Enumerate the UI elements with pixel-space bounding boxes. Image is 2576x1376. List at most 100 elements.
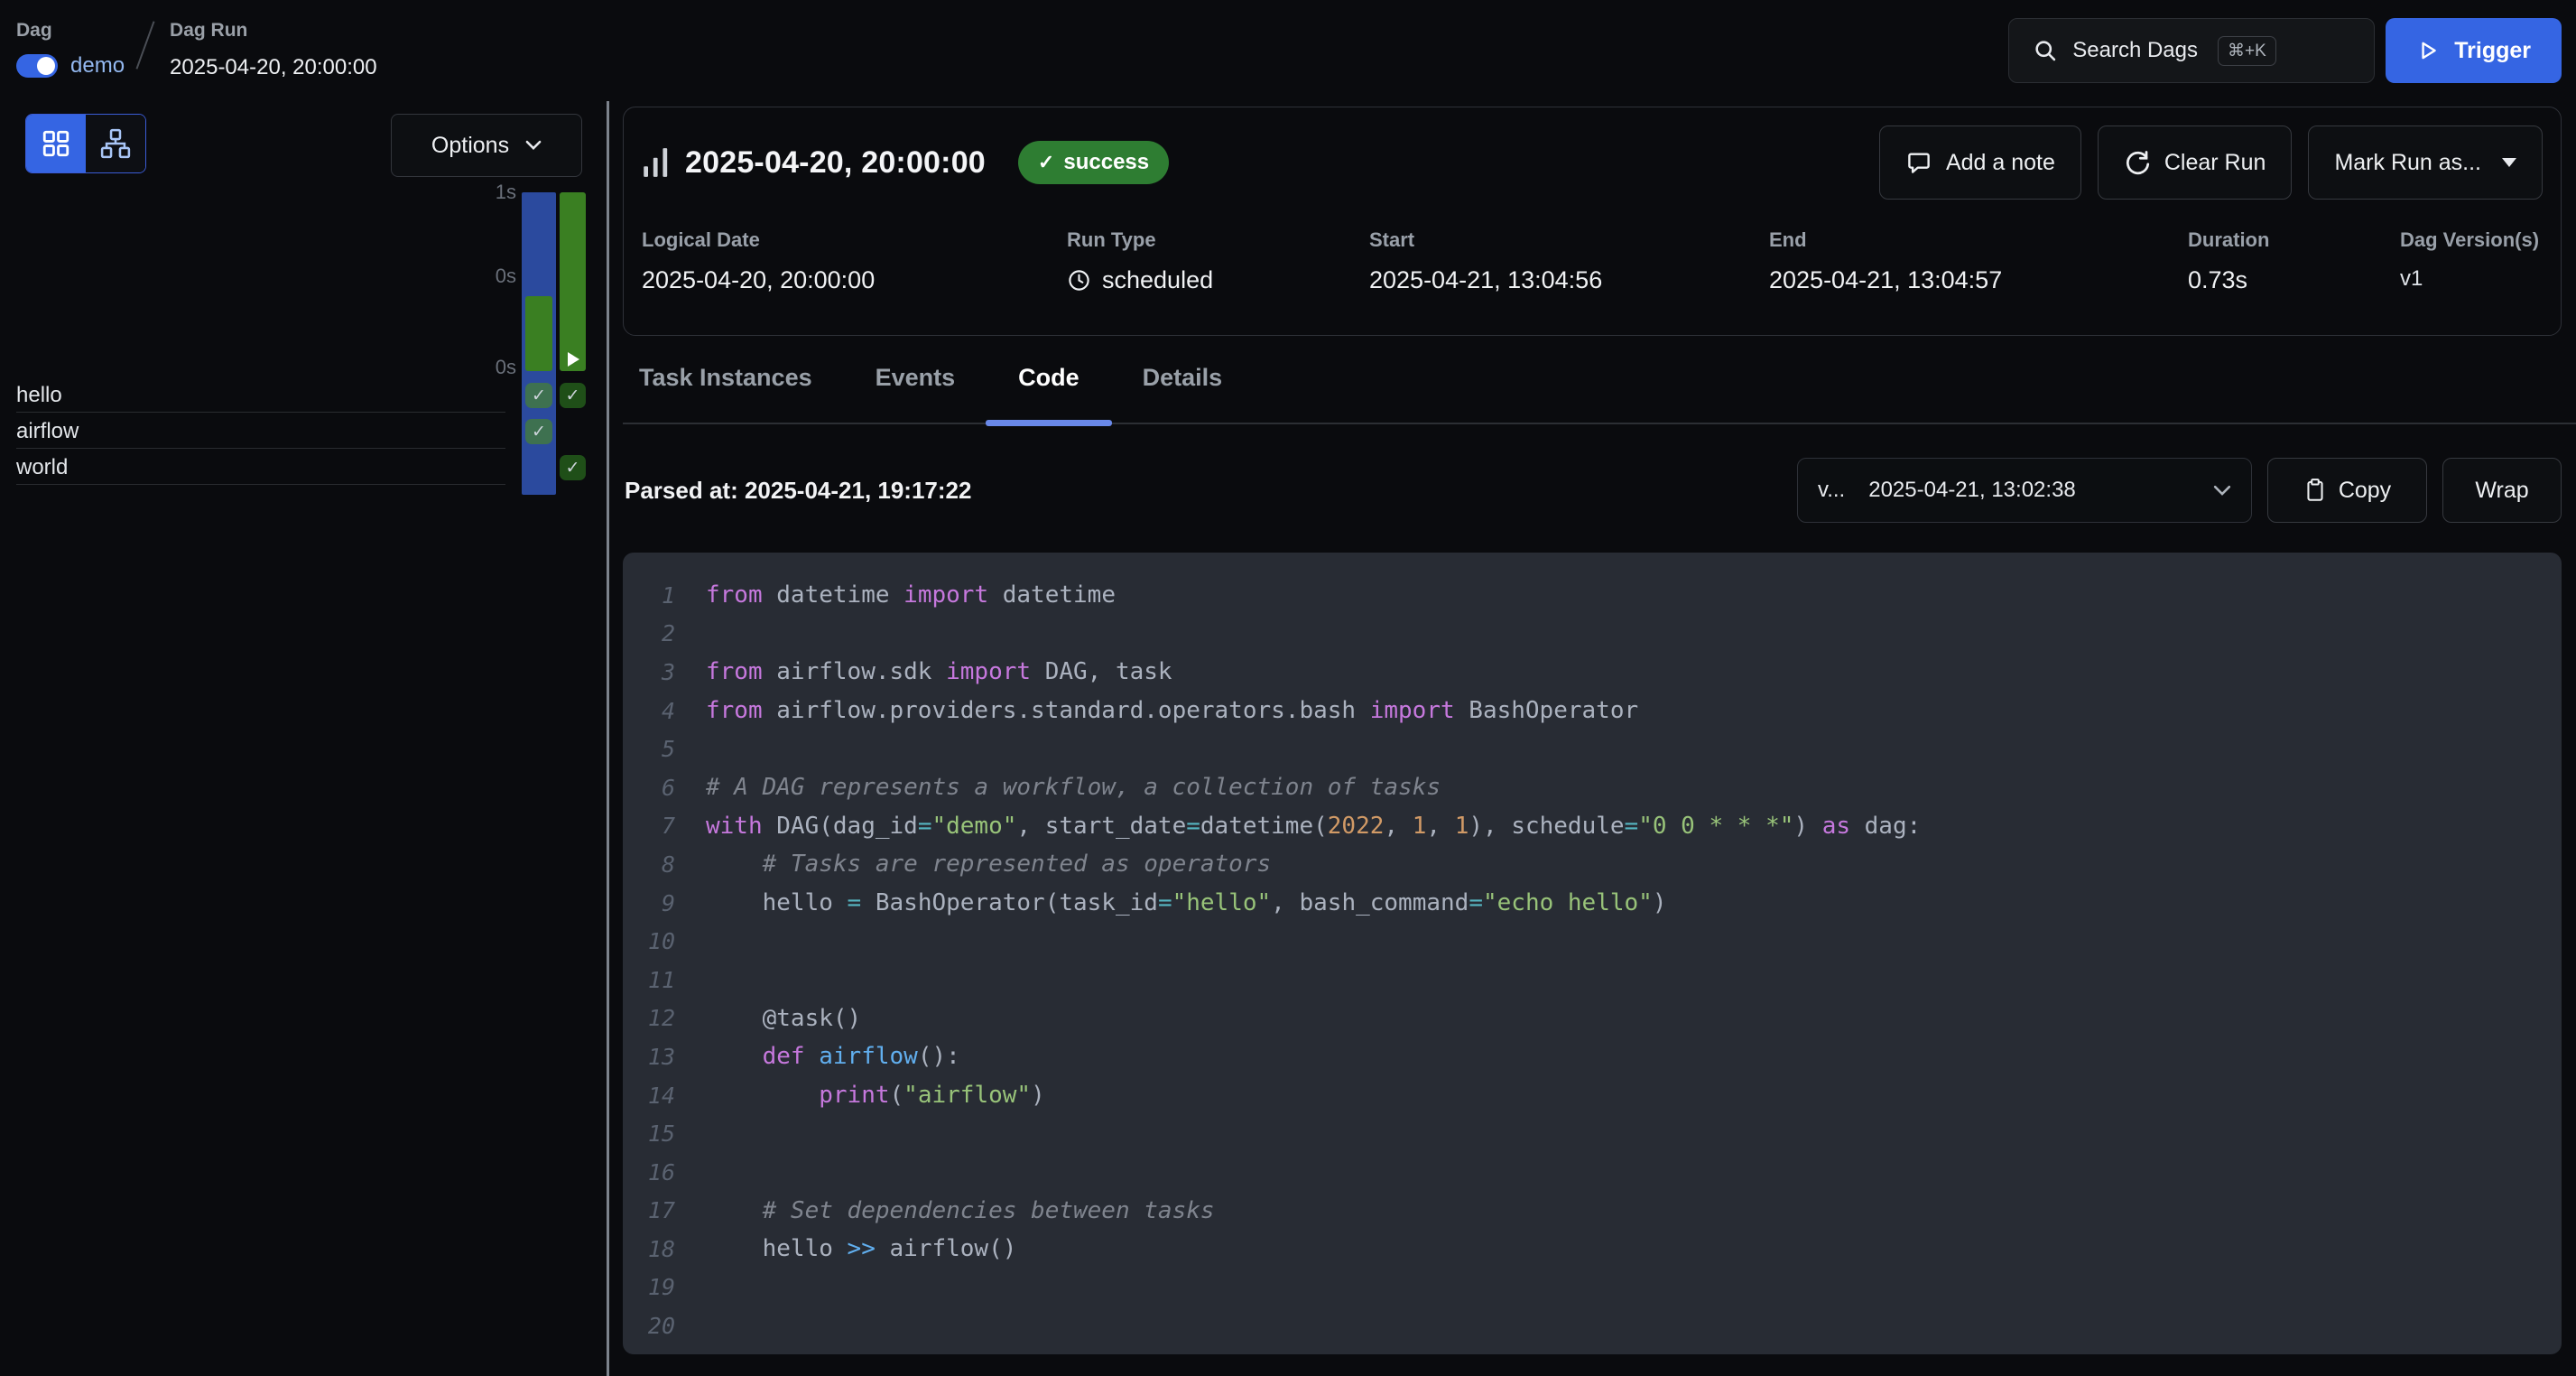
dag-version-select[interactable]: v... 2025-04-21, 13:02:38 [1797, 458, 2252, 523]
panel-divider[interactable] [607, 101, 609, 1376]
top-bar: Dag demo Dag Run 2025-04-20, 20:00:00 Se… [0, 0, 2576, 101]
dag-run-breadcrumb-value: 2025-04-20, 20:00:00 [170, 55, 377, 80]
code-line: 11 [623, 961, 2562, 999]
task-instance-square-hello[interactable]: ✓ [560, 383, 586, 408]
caret-down-icon [2502, 158, 2516, 167]
grid-duration-chart: 1s0s0shelloairflowworld✓✓✓✓ [0, 101, 607, 1376]
code-line: 13 def airflow(): [623, 1037, 2562, 1076]
breadcrumb-separator [136, 21, 155, 69]
code-line: 5 [623, 730, 2562, 768]
task-row-separator [16, 484, 505, 485]
run-meta-field: Logical Date2025-04-20, 20:00:00 [642, 228, 1067, 294]
wrap-button[interactable]: Wrap [2442, 458, 2562, 523]
meta-value: 0.73s [2188, 266, 2400, 294]
run-meta-field: Dag Version(s)v1 [2400, 228, 2539, 294]
task-instance-square-airflow[interactable]: ✓ [525, 419, 552, 444]
chevron-down-icon [2213, 485, 2231, 497]
line-number: 16 [623, 1159, 675, 1185]
dag-pause-toggle[interactable] [16, 54, 58, 78]
code-line: 14 print("airflow") [623, 1076, 2562, 1115]
task-label-world[interactable]: world [16, 456, 68, 479]
line-number: 5 [623, 736, 675, 762]
meta-label: Dag Version(s) [2400, 228, 2539, 252]
code-line: 6# A DAG represents a workflow, a collec… [623, 768, 2562, 807]
search-shortcut-kbd: ⌘+K [2218, 36, 2276, 66]
dag-run-breadcrumb-label: Dag Run [170, 13, 377, 42]
task-label-hello[interactable]: hello [16, 384, 62, 407]
line-number: 7 [623, 813, 675, 839]
clear-run-button[interactable]: Clear Run [2098, 126, 2293, 200]
search-icon [2033, 38, 2058, 63]
meta-label: Start [1369, 228, 1769, 252]
breadcrumb: Dag demo Dag Run 2025-04-20, 20:00:00 [16, 13, 377, 101]
meta-label: Logical Date [642, 228, 1067, 252]
tabs: Task Instances Events Code Details [623, 336, 2576, 424]
parsed-at-text: Parsed at: 2025-04-21, 19:17:22 [625, 477, 971, 505]
code-line: 12 @task() [623, 999, 2562, 1038]
tab-code[interactable]: Code [1018, 337, 1080, 423]
run-meta-field: Duration 0.73s [2188, 228, 2400, 294]
clear-run-label: Clear Run [2164, 150, 2266, 176]
line-number: 4 [623, 698, 675, 724]
task-instance-square-hello[interactable]: ✓ [525, 383, 552, 408]
code-line: 10 [623, 922, 2562, 961]
add-note-label: Add a note [1946, 150, 2055, 176]
clock-icon [1067, 268, 1091, 293]
line-number: 6 [623, 775, 675, 801]
duration-axis-label: 1s [477, 181, 516, 204]
line-number: 9 [623, 890, 675, 916]
tab-task-instances[interactable]: Task Instances [639, 337, 812, 423]
line-number: 13 [623, 1044, 675, 1070]
line-number: 20 [623, 1313, 675, 1339]
line-number: 17 [623, 1197, 675, 1223]
run-duration-bar[interactable] [525, 296, 552, 371]
status-label: success [1063, 150, 1149, 175]
tab-details[interactable]: Details [1143, 337, 1223, 423]
meta-label: Duration [2188, 228, 2400, 252]
search-label: Search Dags [2072, 38, 2198, 63]
code-line: 2 [623, 615, 2562, 654]
code-line: 18 hello >> airflow() [623, 1230, 2562, 1269]
play-icon [2416, 39, 2440, 62]
meta-value: 2025-04-21, 13:04:56 [1369, 266, 1769, 294]
airflow-dag-run-page: Dag demo Dag Run 2025-04-20, 20:00:00 Se… [0, 0, 2576, 1376]
meta-value: scheduled [1067, 266, 1369, 294]
mark-run-as-label: Mark Run as... [2334, 150, 2481, 176]
run-meta: Logical Date2025-04-20, 20:00:00Run Type… [642, 228, 2543, 294]
line-number: 19 [623, 1274, 675, 1300]
mark-run-as-button[interactable]: Mark Run as... [2308, 126, 2543, 200]
line-number: 1 [623, 582, 675, 609]
run-meta-field: Start 2025-04-21, 13:04:56 [1369, 228, 1769, 294]
line-number: 2 [623, 620, 675, 646]
code-toolbar: Parsed at: 2025-04-21, 19:17:22 v... 202… [623, 458, 2562, 523]
line-number: 15 [623, 1120, 675, 1147]
dag-code-block[interactable]: 1from datetime import datetime23from air… [623, 553, 2562, 1354]
code-line: 9 hello = BashOperator(task_id="hello", … [623, 884, 2562, 923]
dag-breadcrumb-label: Dag [16, 13, 125, 42]
line-number: 8 [623, 851, 675, 878]
add-note-button[interactable]: Add a note [1879, 126, 2081, 200]
copy-button[interactable]: Copy [2267, 458, 2427, 523]
dag-run-main: 2025-04-20, 20:00:00 ✓ success Add a not… [623, 101, 2562, 1376]
search-dags-button[interactable]: Search Dags ⌘+K [2008, 18, 2375, 83]
code-line: 16 [623, 1153, 2562, 1192]
code-line: 3from airflow.sdk import DAG, task [623, 653, 2562, 692]
task-label-airflow[interactable]: airflow [16, 420, 79, 443]
line-number: 12 [623, 1005, 675, 1031]
run-marker-play-icon [568, 352, 579, 367]
version-truncated: v... [1818, 478, 1845, 503]
run-meta-field: End2025-04-21, 13:04:57 [1769, 228, 2188, 294]
dag-name-link[interactable]: demo [70, 53, 125, 79]
dag-run-header-panel: 2025-04-20, 20:00:00 ✓ success Add a not… [623, 107, 2562, 336]
run-title: 2025-04-20, 20:00:00 [685, 145, 986, 181]
duration-axis-label: 0s [477, 356, 516, 379]
bar-chart-icon [642, 146, 671, 179]
status-badge: ✓ success [1018, 141, 1169, 184]
tab-events[interactable]: Events [876, 337, 956, 423]
code-line: 7with DAG(dag_id="demo", start_date=date… [623, 807, 2562, 846]
copy-label: Copy [2339, 478, 2391, 504]
task-instance-square-world[interactable]: ✓ [560, 455, 586, 480]
run-duration-bar[interactable] [560, 192, 586, 371]
trigger-button[interactable]: Trigger [2386, 18, 2562, 83]
line-number: 11 [623, 967, 675, 993]
